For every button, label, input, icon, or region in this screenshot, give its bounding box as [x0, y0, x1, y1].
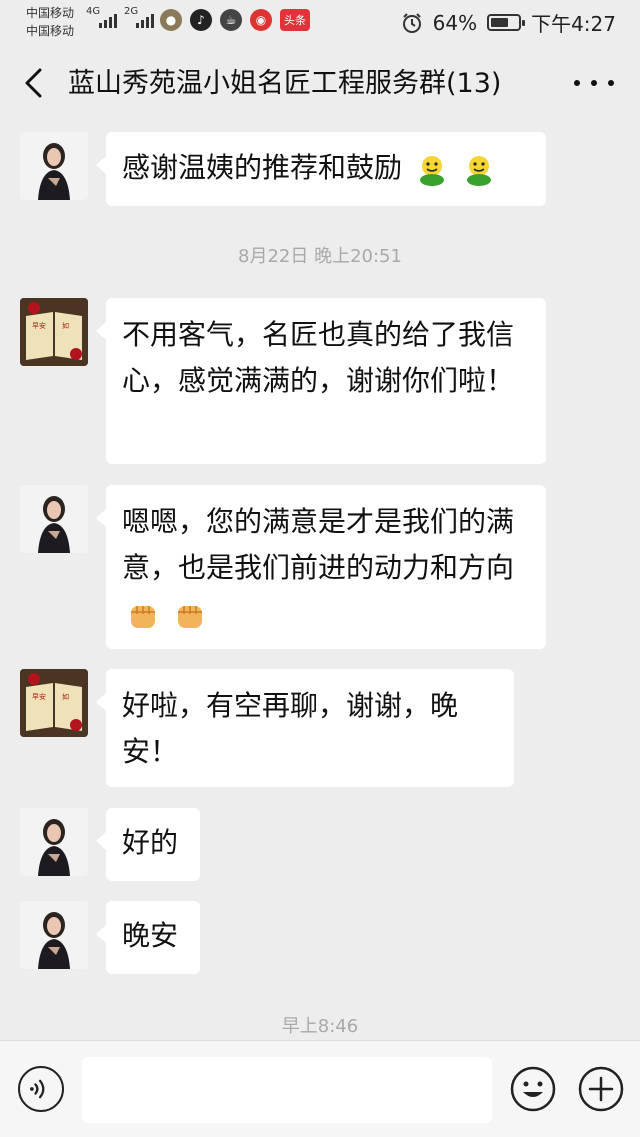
signal-icon-2 [136, 10, 154, 28]
emoji-smiley-icon[interactable] [510, 1066, 556, 1112]
message-bubble-5[interactable]: 好的 [96, 808, 200, 881]
chat-header: 蓝山秀苑温小姐名匠工程服务群(13) [0, 44, 640, 124]
avatar-wen[interactable] [20, 132, 88, 200]
fist-emoji-icon [177, 606, 202, 628]
message-text: 不用客气，名匠也真的给了我信心，感觉满满的，谢谢你们啦！ [122, 318, 515, 397]
message-text: 好啦，有空再聊，谢谢，晚安！ [122, 689, 459, 768]
network-badge-1: 4G [86, 6, 101, 17]
svg-text:如: 如 [62, 321, 69, 330]
avatar-wen[interactable] [20, 808, 88, 876]
timestamp: 早上8:46 [281, 1016, 359, 1037]
person-avatar-image [20, 808, 88, 876]
clock: 下午4:27 [531, 12, 616, 36]
status-right: 64% 下午4:27 [401, 8, 616, 37]
carrier-labels: 中国移动 中国移动 [26, 4, 74, 40]
chat-title: 蓝山秀苑温小姐名匠工程服务群(13) [68, 68, 502, 99]
person-avatar-image [20, 901, 88, 969]
avatar-wen[interactable] [20, 901, 88, 969]
chevron-left-icon[interactable] [18, 66, 52, 100]
green-smiley-emoji-icon [419, 156, 444, 186]
battery-icon [487, 14, 526, 31]
plus-icon[interactable] [578, 1066, 624, 1112]
avatar-client[interactable]: 早安 如 [20, 669, 88, 737]
signal-icon-1 [99, 10, 117, 28]
notification-icons: ● ♪ ☕ ◉ 头条 [160, 9, 310, 31]
svg-text:早安: 早安 [32, 321, 46, 330]
svg-text:早安: 早安 [32, 692, 46, 701]
voice-icon[interactable] [18, 1066, 64, 1112]
carrier-1: 中国移动 [26, 6, 75, 20]
carrier-2: 中国移动 [26, 24, 75, 38]
battery-fill [491, 18, 508, 27]
message-input[interactable] [82, 1057, 492, 1123]
avatar-wen[interactable] [20, 485, 88, 553]
more-dots-icon[interactable] [574, 68, 614, 98]
message-bubble-4[interactable]: 好啦，有空再聊，谢谢，晚安！ [96, 669, 514, 787]
toutiao-icon: 头条 [280, 9, 310, 31]
tiktok-icon: ♪ [190, 9, 212, 31]
person-avatar-image [20, 132, 88, 200]
fist-emoji-icon [131, 606, 155, 628]
message-bubble-6[interactable]: 晚安 [96, 901, 200, 974]
book-avatar-image: 早安 如 [20, 669, 88, 737]
weibo-icon: ◉ [250, 9, 272, 31]
message-bubble-3[interactable]: 嗯嗯，您的满意是才是我们的满意，也是我们前进的动力和方向 [96, 485, 546, 649]
message-bubble-1[interactable]: 感谢温姨的推荐和鼓励 [96, 132, 546, 206]
timestamp: 8月22日 晚上20:51 [238, 246, 402, 267]
svg-text:如: 如 [62, 692, 69, 701]
message-text: 嗯嗯，您的满意是才是我们的满意，也是我们前进的动力和方向 [122, 505, 515, 584]
message-text: 感谢温姨的推荐和鼓励 [122, 151, 403, 184]
message-text: 好的 [122, 826, 179, 859]
person-avatar-image [20, 485, 88, 553]
book-avatar-image: 早安 如 [20, 298, 88, 366]
message-bubble-2[interactable]: 不用客气，名匠也真的给了我信心，感觉满满的，谢谢你们啦！ [96, 298, 546, 464]
avatar-client[interactable]: 早安 如 [20, 298, 88, 366]
status-bar: 中国移动 中国移动 4G 2G ● ♪ ☕ ◉ 头条 64% 下午4:27 [0, 0, 640, 44]
message-text: 晚安 [122, 919, 179, 952]
battery-percent: 64% [432, 10, 478, 35]
app-notification-icon: ● [160, 9, 182, 31]
alarm-icon [402, 12, 421, 33]
input-bar [0, 1040, 640, 1137]
cup-icon: ☕ [220, 9, 242, 31]
green-smiley-emoji-icon [466, 156, 491, 186]
